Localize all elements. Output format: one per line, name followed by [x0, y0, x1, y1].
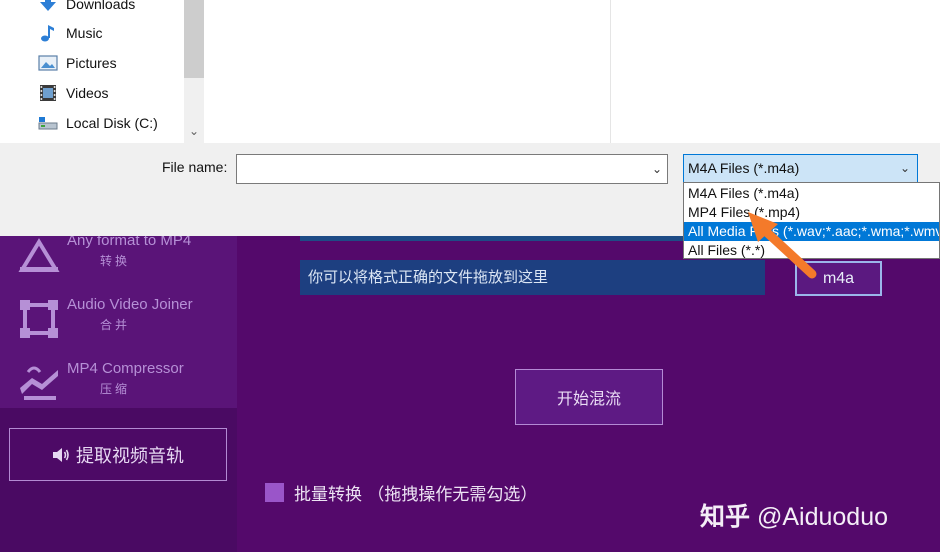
sidebar-tools-panel: Any format to MP4 转换 Audio Video Joiner …	[0, 230, 237, 408]
nav-scrollbar-thumb[interactable]	[184, 0, 204, 78]
sidebar-item-any-format[interactable]: Any format to MP4 转换	[18, 230, 233, 280]
sidebar-item-subtitle: 转换	[100, 254, 131, 268]
convert-icon	[18, 238, 60, 272]
batch-convert-label: 批量转换 （拖拽操作无需勾选）	[294, 485, 538, 505]
videos-icon	[40, 85, 56, 101]
nav-item-videos[interactable]: Videos	[38, 81, 109, 105]
watermark: 知乎 @Aiduoduo	[700, 497, 888, 533]
speaker-icon	[53, 447, 69, 462]
start-mux-button[interactable]: 开始混流	[515, 369, 663, 425]
nav-item-label: Pictures	[66, 55, 117, 71]
nav-item-pictures[interactable]: Pictures	[38, 51, 117, 75]
file-list-divider	[610, 0, 611, 143]
extract-audio-button[interactable]: 提取视频音轨	[9, 428, 227, 481]
sidebar-item-title: MP4 Compressor	[67, 360, 184, 377]
joiner-icon	[20, 300, 58, 338]
watermark-brand: 知乎	[700, 502, 751, 531]
nav-item-label: Downloads	[66, 0, 136, 12]
drop-zone[interactable]: 你可以将格式正确的文件拖放到这里	[300, 260, 765, 295]
sidebar-item-title: Audio Video Joiner	[67, 296, 193, 313]
sidebar-item-subtitle: 压缩	[100, 382, 131, 396]
nav-item-music[interactable]: Music	[38, 21, 103, 45]
filetype-select[interactable]: M4A Files (*.m4a)	[683, 154, 918, 183]
chevron-down-icon[interactable]: ⌄	[896, 156, 914, 180]
batch-convert-checkbox[interactable]	[265, 483, 284, 502]
pictures-icon	[38, 55, 58, 71]
sidebar-item-joiner[interactable]: Audio Video Joiner 合并	[18, 294, 233, 344]
annotation-arrow-icon	[748, 212, 817, 279]
file-list[interactable]	[205, 0, 940, 143]
navigation-pane: Downloads Music Pictures Videos Local Di…	[0, 0, 205, 143]
filename-label: File name:	[162, 159, 228, 175]
nav-item-label: Music	[66, 25, 103, 41]
compressor-icon	[20, 366, 58, 400]
nav-item-downloads[interactable]: Downloads	[38, 0, 135, 16]
filename-input[interactable]	[236, 154, 668, 184]
nav-item-local-disk[interactable]: Local Disk (C:)	[38, 111, 158, 135]
watermark-handle: @Aiduoduo	[756, 503, 888, 531]
nav-item-label: Videos	[66, 85, 109, 101]
chevron-down-icon[interactable]: ⌄	[184, 121, 204, 141]
sidebar-item-subtitle: 合并	[100, 318, 131, 332]
nav-item-label: Local Disk (C:)	[66, 115, 158, 131]
downloads-icon	[40, 0, 56, 11]
local-disk-icon	[38, 117, 58, 130]
chevron-down-icon[interactable]: ⌄	[648, 158, 666, 180]
music-icon	[41, 25, 54, 42]
extract-audio-label: 提取视频音轨	[76, 445, 184, 467]
sidebar-item-compressor[interactable]: MP4 Compressor 压缩	[18, 358, 233, 408]
